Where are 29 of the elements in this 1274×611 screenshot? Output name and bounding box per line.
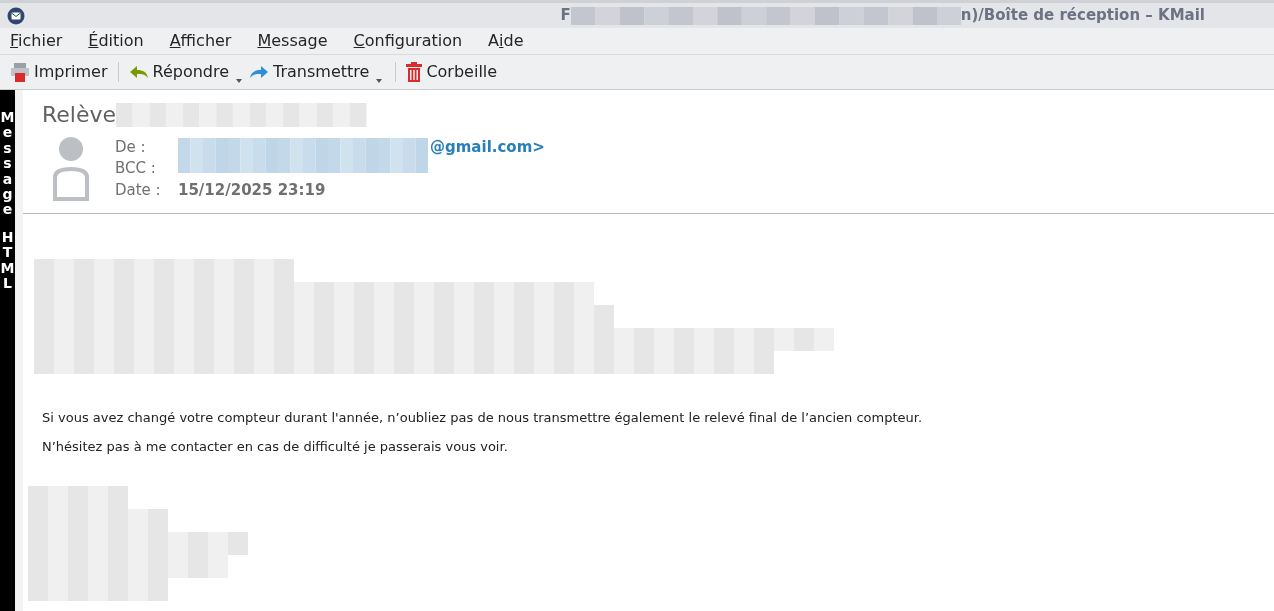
toolbar-button[interactable]: Répondre [126,58,232,86]
menu-item[interactable]: Configuration [347,29,469,53]
menu-item[interactable]: Fichier [4,29,69,53]
printer-icon [10,62,30,82]
toolbar-button[interactable]: Imprimer [8,58,110,86]
message-date: 15/12/2025 23:19 [178,179,327,201]
body-paragraph: Si vous avez changé votre compteur durant l'année, n’oubliez pas de nous transmettre également le relevé final de l’ancien compteur. [42,409,924,427]
sender-address[interactable]: @gmail.com> [430,137,545,157]
menu-item[interactable]: Message [251,29,334,53]
toolbar-button[interactable]: Transmettre [247,58,372,86]
field-label: De : [115,137,147,158]
menu-item[interactable]: Édition [82,29,150,53]
arrow-left-icon [128,64,149,80]
field-label: Date : [115,179,162,201]
trash-icon [406,62,423,82]
menu-item[interactable]: Afficher [163,29,238,53]
mail-app-icon [7,6,25,25]
field-label: BCC : [115,158,157,180]
message-subject: Relève [42,101,117,129]
body-paragraph: N’hésitez pas à me contacter en cas de difficulté je passerais vous voir. [42,437,509,456]
side-label: Message HTML [0,110,15,292]
window-title: n)/Boîte de réception – KMail [960,5,1205,27]
caret-icon[interactable] [375,78,384,84]
window-title: F [560,5,571,27]
arrow-right-icon [249,64,270,80]
caret-icon[interactable] [235,78,244,84]
menu-item[interactable]: Aide [482,29,530,53]
avatar-icon [50,137,92,201]
toolbar-button[interactable]: Corbeille [404,58,500,86]
